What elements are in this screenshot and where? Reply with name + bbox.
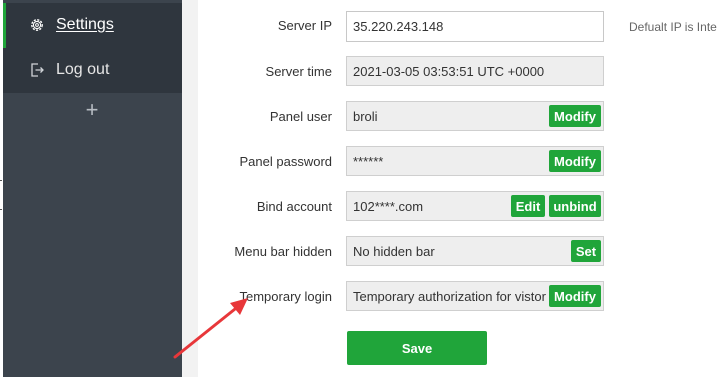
active-indicator [3,3,6,48]
save-button[interactable]: Save [347,331,487,365]
edit-account-button[interactable]: Edit [511,195,545,217]
temporary-login-field: Temporary authorization for vistor Modif… [346,281,604,311]
set-menu-bar-button[interactable]: Set [571,240,601,262]
panel-password-label: Panel password [239,154,333,169]
bind-account-field: 102****.com Edit unbind [346,191,604,221]
server-ip-input[interactable]: 35.220.243.148 [346,11,604,42]
server-ip-label: Server IP [277,18,332,33]
server-ip-hint: Defualt IP is Inte [629,20,717,34]
bind-account-value: 102****.com [353,198,424,214]
menu-bar-hidden-label: Menu bar hidden [234,244,332,259]
unbind-account-button[interactable]: unbind [549,195,601,217]
menu-bar-hidden-value: No hidden bar [353,243,435,259]
server-time-field: 2021-03-05 03:53:51 UTC +0000 [346,56,604,86]
panel-user-value: broli [353,108,378,124]
panel-user-field: broli Modify [346,101,604,131]
edge-mark [0,180,2,181]
add-icon[interactable]: + [82,99,102,121]
sidebar: Settings Log out + [3,0,182,377]
annotation-arrow-icon [173,298,248,359]
gear-icon [31,19,43,31]
edge-mark [0,209,2,210]
temporary-login-value: Temporary authorization for vistor [353,288,546,304]
sidebar-item-label: Settings [56,16,114,33]
bind-account-label: Bind account [256,199,332,214]
server-time-value: 2021-03-05 03:53:51 UTC +0000 [353,63,545,79]
sidebar-item-settings[interactable]: Settings [3,3,182,48]
server-time-label: Server time [265,64,332,79]
sidebar-item-label: Log out [56,61,110,78]
modify-temporary-login-button[interactable]: Modify [549,285,601,307]
panel-user-label: Panel user [269,109,332,124]
panel-password-field: ****** Modify [346,146,604,176]
sidebar-item-logout[interactable]: Log out [3,48,182,93]
modify-panel-password-button[interactable]: Modify [549,150,601,172]
modify-panel-user-button[interactable]: Modify [549,105,601,127]
server-ip-value: 35.220.243.148 [353,19,444,34]
logout-icon [31,63,44,77]
panel-password-value: ****** [353,153,384,169]
menu-bar-hidden-field: No hidden bar Set [346,236,604,266]
